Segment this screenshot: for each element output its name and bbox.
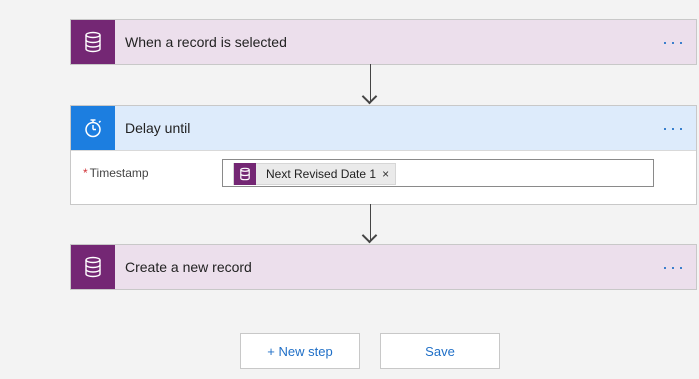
step-body: * Timestamp Next Revised Date 1 × xyxy=(71,150,696,204)
arrow-down-icon xyxy=(361,227,378,244)
remove-token-icon[interactable]: × xyxy=(382,167,389,181)
timestamp-field[interactable]: Next Revised Date 1 × xyxy=(222,159,654,187)
step-title: When a record is selected xyxy=(125,34,287,50)
more-options-icon[interactable]: ··· xyxy=(662,119,686,137)
database-icon xyxy=(71,20,115,64)
step-title: Delay until xyxy=(125,120,191,136)
more-options-icon[interactable]: ··· xyxy=(662,33,686,51)
step-header[interactable]: When a record is selected ··· xyxy=(71,20,696,64)
database-icon xyxy=(234,163,256,185)
step-card-trigger[interactable]: When a record is selected ··· xyxy=(70,19,697,65)
step-card-create-record[interactable]: Create a new record ··· xyxy=(70,244,697,290)
new-step-button[interactable]: + New step xyxy=(240,333,360,369)
arrow-down-icon xyxy=(361,88,378,105)
token-label: Next Revised Date 1 xyxy=(266,167,377,181)
dynamic-content-token[interactable]: Next Revised Date 1 × xyxy=(233,163,397,185)
stopwatch-icon xyxy=(71,106,115,150)
step-title: Create a new record xyxy=(125,259,252,275)
save-button[interactable]: Save xyxy=(380,333,500,369)
database-icon xyxy=(71,245,115,289)
timestamp-label: * Timestamp xyxy=(83,166,149,180)
step-card-delay[interactable]: Delay until ··· * Timestamp Next Revised … xyxy=(70,105,697,205)
more-options-icon[interactable]: ··· xyxy=(662,258,686,276)
step-header[interactable]: Create a new record ··· xyxy=(71,245,696,289)
field-label-text: Timestamp xyxy=(89,166,149,180)
required-marker: * xyxy=(83,166,88,180)
step-header[interactable]: Delay until ··· xyxy=(71,106,696,150)
